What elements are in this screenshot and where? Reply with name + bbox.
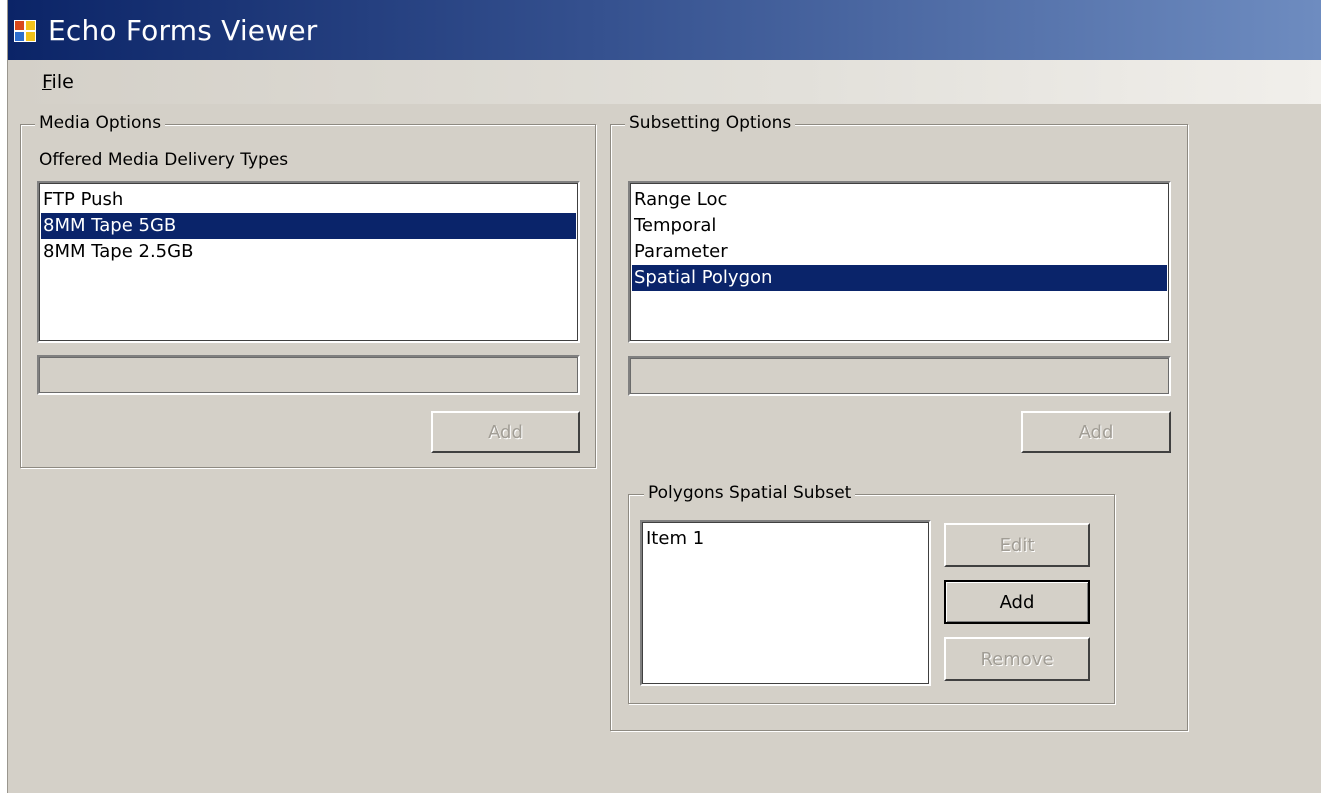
menu-file-mnemonic: F (42, 71, 52, 93)
offered-media-label: Offered Media Delivery Types (39, 150, 289, 170)
menu-bar: File (8, 60, 1321, 104)
list-item[interactable]: Item 1 (644, 526, 927, 552)
polygon-add-button[interactable]: Add (944, 580, 1090, 624)
list-item[interactable]: 8MM Tape 5GB (41, 213, 576, 239)
media-options-title: Media Options (35, 113, 166, 133)
subset-input[interactable] (628, 356, 1171, 396)
window-left-edge (0, 0, 8, 793)
list-item[interactable]: Range Loc (632, 187, 1167, 213)
menu-file-label: ile (51, 71, 74, 93)
polygon-edit-button[interactable]: Edit (944, 523, 1090, 567)
polygons-list[interactable]: Item 1 (640, 520, 931, 686)
media-add-button[interactable]: Add (431, 411, 580, 453)
subset-add-button[interactable]: Add (1021, 411, 1171, 453)
menu-file[interactable]: File (42, 71, 74, 93)
polygon-remove-button[interactable]: Remove (944, 637, 1090, 681)
list-item[interactable]: Spatial Polygon (632, 265, 1167, 291)
list-item[interactable]: 8MM Tape 2.5GB (41, 239, 576, 265)
media-options-group: Media Options Offered Media Delivery Typ… (20, 113, 596, 468)
list-item[interactable]: Parameter (632, 239, 1167, 265)
polygons-spatial-title: Polygons Spatial Subset (644, 483, 856, 503)
subsetting-list[interactable]: Range Loc Temporal Parameter Spatial Polygo… (628, 181, 1171, 343)
list-item[interactable]: Temporal (632, 213, 1167, 239)
app-grid-icon (14, 20, 36, 42)
polygons-spatial-group: Polygons Spatial Subset Item 1 Edit Add … (628, 483, 1115, 704)
subsetting-options-title: Subsetting Options (625, 113, 796, 133)
subsetting-options-group: Subsetting Options Range Loc Temporal Para… (610, 113, 1188, 731)
media-input[interactable] (37, 355, 580, 395)
title-bar[interactable]: Echo Forms Viewer (8, 0, 1321, 60)
window-title: Echo Forms Viewer (48, 14, 318, 47)
media-delivery-list[interactable]: FTP Push 8MM Tape 5GB 8MM Tape 2.5GB (37, 181, 580, 343)
list-item[interactable]: FTP Push (41, 187, 576, 213)
